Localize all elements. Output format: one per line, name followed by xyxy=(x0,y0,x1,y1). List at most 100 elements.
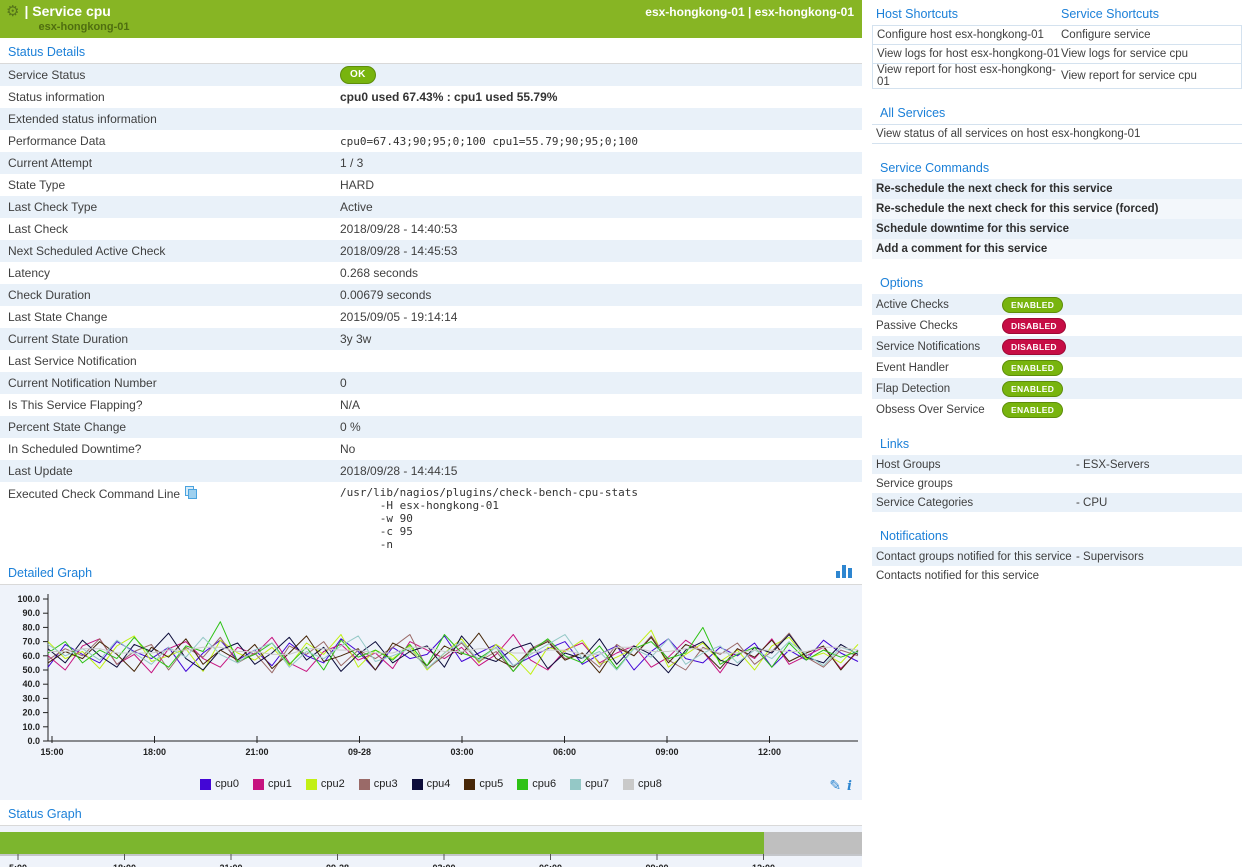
host-breadcrumb[interactable]: esx-hongkong-01 | esx-hongkong-01 xyxy=(645,5,854,19)
status-row: Last Service Notification xyxy=(0,350,862,372)
option-disabled-badge[interactable]: DISABLED xyxy=(1002,318,1066,334)
cpu-graph-area: 0.010.020.030.040.050.060.070.080.090.01… xyxy=(0,585,862,800)
status-row-value: Active xyxy=(340,200,862,214)
host-shortcut-link[interactable]: Configure host esx-hongkong-01 xyxy=(873,29,1061,41)
host-shortcut-link[interactable]: View report for host esx-hongkong-01 xyxy=(873,64,1061,88)
status-row-value: HARD xyxy=(340,178,862,192)
service-shortcut-link[interactable]: View report for service cpu xyxy=(1061,70,1241,82)
service-shortcut-link[interactable]: Configure service xyxy=(1061,29,1241,41)
status-row: Last Check TypeActive xyxy=(0,196,862,218)
status-row: Executed Check Command Line/usr/lib/nagi… xyxy=(0,482,862,559)
svg-text:100.0: 100.0 xyxy=(17,594,40,604)
status-row: Current Attempt1 / 3 xyxy=(0,152,862,174)
service-status-badge[interactable]: OK xyxy=(340,66,376,84)
links-value[interactable]: - ESX-Servers xyxy=(1076,459,1242,471)
detailed-graph-section: Detailed Graph 0.010.020.030.040.050.060… xyxy=(0,559,862,800)
notifications-label: Contact groups notified for this service xyxy=(876,551,1076,563)
options-list: Active ChecksENABLEDPassive ChecksDISABL… xyxy=(872,294,1242,420)
chart-legend: cpu0cpu1cpu2cpu3cpu4cpu5cpu6cpu7cpu8 xyxy=(0,774,862,790)
status-row-label: Extended status information xyxy=(0,112,340,126)
status-graph-section: Status Graph 5:0018:0021:0009-2803:0006:… xyxy=(0,800,862,867)
option-row: Passive ChecksDISABLED xyxy=(872,315,1242,336)
svg-text:40.0: 40.0 xyxy=(22,679,40,689)
notifications-row: Contact groups notified for this service… xyxy=(872,547,1242,566)
shortcut-row: View report for host esx-hongkong-01View… xyxy=(873,64,1241,89)
graph-info-icon[interactable]: i xyxy=(847,779,852,794)
status-row-label: Check Duration xyxy=(0,288,340,302)
status-row-label: Latency xyxy=(0,266,340,280)
status-row: Service StatusOK xyxy=(0,64,862,86)
service-command-link[interactable]: Re-schedule the next check for this serv… xyxy=(872,179,1242,199)
spacer xyxy=(872,512,1242,522)
page-title: | Service cpu xyxy=(24,3,129,20)
all-services-section: All Services xyxy=(872,99,1242,124)
status-row-label: Last Check xyxy=(0,222,340,236)
status-row: Check Duration0.00679 seconds xyxy=(0,284,862,306)
option-enabled-badge[interactable]: ENABLED xyxy=(1002,381,1063,397)
status-row-label: Last Check Type xyxy=(0,200,340,214)
option-enabled-badge[interactable]: ENABLED xyxy=(1002,297,1063,313)
legend-item-cpu3: cpu3 xyxy=(359,778,398,790)
all-services-header: All Services xyxy=(872,99,945,124)
svg-text:12:00: 12:00 xyxy=(752,863,775,867)
shortcut-row: Configure host esx-hongkong-01Configure … xyxy=(873,26,1241,45)
svg-text:18:00: 18:00 xyxy=(113,863,136,867)
status-details-header: Status Details xyxy=(0,38,85,63)
option-label: Obsess Over Service xyxy=(876,404,1002,416)
status-row: Current Notification Number0 xyxy=(0,372,862,394)
edit-graph-icon[interactable]: ✎ xyxy=(829,777,841,793)
option-label: Passive Checks xyxy=(876,320,1002,332)
legend-item-cpu8: cpu8 xyxy=(623,778,662,790)
svg-text:0.0: 0.0 xyxy=(27,736,40,746)
shortcut-row: View logs for host esx-hongkong-01View l… xyxy=(873,45,1241,64)
svg-text:21:00: 21:00 xyxy=(219,863,242,867)
status-row: Latency0.268 seconds xyxy=(0,262,862,284)
status-row-label: State Type xyxy=(0,178,340,192)
legend-item-cpu5: cpu5 xyxy=(464,778,503,790)
status-row-value: 2018/09/28 - 14:44:15 xyxy=(340,464,862,478)
status-row: Next Scheduled Active Check2018/09/28 - … xyxy=(0,240,862,262)
status-timeline-axis: 5:0018:0021:0009-2803:0006:0009:0012:00 xyxy=(0,854,862,867)
status-graph-header: Status Graph xyxy=(0,800,82,825)
svg-text:03:00: 03:00 xyxy=(432,863,455,867)
legend-item-cpu0: cpu0 xyxy=(200,778,239,790)
status-row-label: Current Attempt xyxy=(0,156,340,170)
all-services-link[interactable]: View status of all services on host esx-… xyxy=(872,125,1242,144)
links-value[interactable]: - CPU xyxy=(1076,497,1242,509)
right-panel: Host ShortcutsService ShortcutsConfigure… xyxy=(872,0,1242,867)
status-row-label: Next Scheduled Active Check xyxy=(0,244,340,258)
svg-text:06:00: 06:00 xyxy=(539,863,562,867)
status-row-value: 2015/09/05 - 19:14:14 xyxy=(340,310,862,324)
status-timeline-area: 5:0018:0021:0009-2803:0006:0009:0012:00 xyxy=(0,826,862,867)
service-command-link[interactable]: Re-schedule the next check for this serv… xyxy=(872,199,1242,219)
service-command-link[interactable]: Schedule downtime for this service xyxy=(872,219,1242,239)
shortcuts-table: Configure host esx-hongkong-01Configure … xyxy=(872,25,1242,89)
option-label: Active Checks xyxy=(876,299,1002,311)
status-row-value: N/A xyxy=(340,398,862,412)
host-subtitle[interactable]: esx-hongkong-01 xyxy=(38,20,129,34)
status-row: In Scheduled Downtime?No xyxy=(0,438,862,460)
option-enabled-badge[interactable]: ENABLED xyxy=(1002,360,1063,376)
service-command-link[interactable]: Add a comment for this service xyxy=(872,239,1242,259)
option-disabled-badge[interactable]: DISABLED xyxy=(1002,339,1066,355)
notifications-label: Contacts notified for this service xyxy=(876,570,1076,582)
status-row-value: cpu0=67.43;90;95;0;100 cpu1=55.79;90;95;… xyxy=(340,135,862,148)
notifications-value[interactable]: - Supervisors xyxy=(1076,551,1242,563)
option-enabled-badge[interactable]: ENABLED xyxy=(1002,402,1063,418)
status-row-label: Status information xyxy=(0,90,340,104)
svg-text:09:00: 09:00 xyxy=(645,863,668,867)
spacer xyxy=(872,420,1242,430)
legend-item-cpu4: cpu4 xyxy=(412,778,451,790)
timeline-ok-segment xyxy=(0,832,764,854)
status-row-label: Last Update xyxy=(0,464,340,478)
cpu5-color-swatch xyxy=(464,779,475,790)
service-shortcut-link[interactable]: View logs for service cpu xyxy=(1061,48,1241,60)
bar-chart-icon[interactable] xyxy=(836,565,852,578)
shortcut-headers: Host ShortcutsService Shortcuts xyxy=(872,0,1242,25)
status-row: Current State Duration3y 3w xyxy=(0,328,862,350)
gear-icon[interactable]: ⚙ xyxy=(6,3,19,34)
host-shortcut-link[interactable]: View logs for host esx-hongkong-01 xyxy=(873,48,1061,60)
cpu1-color-swatch xyxy=(253,779,264,790)
service-commands-header: Service Commands xyxy=(872,154,989,179)
copy-command-icon[interactable] xyxy=(185,486,198,500)
